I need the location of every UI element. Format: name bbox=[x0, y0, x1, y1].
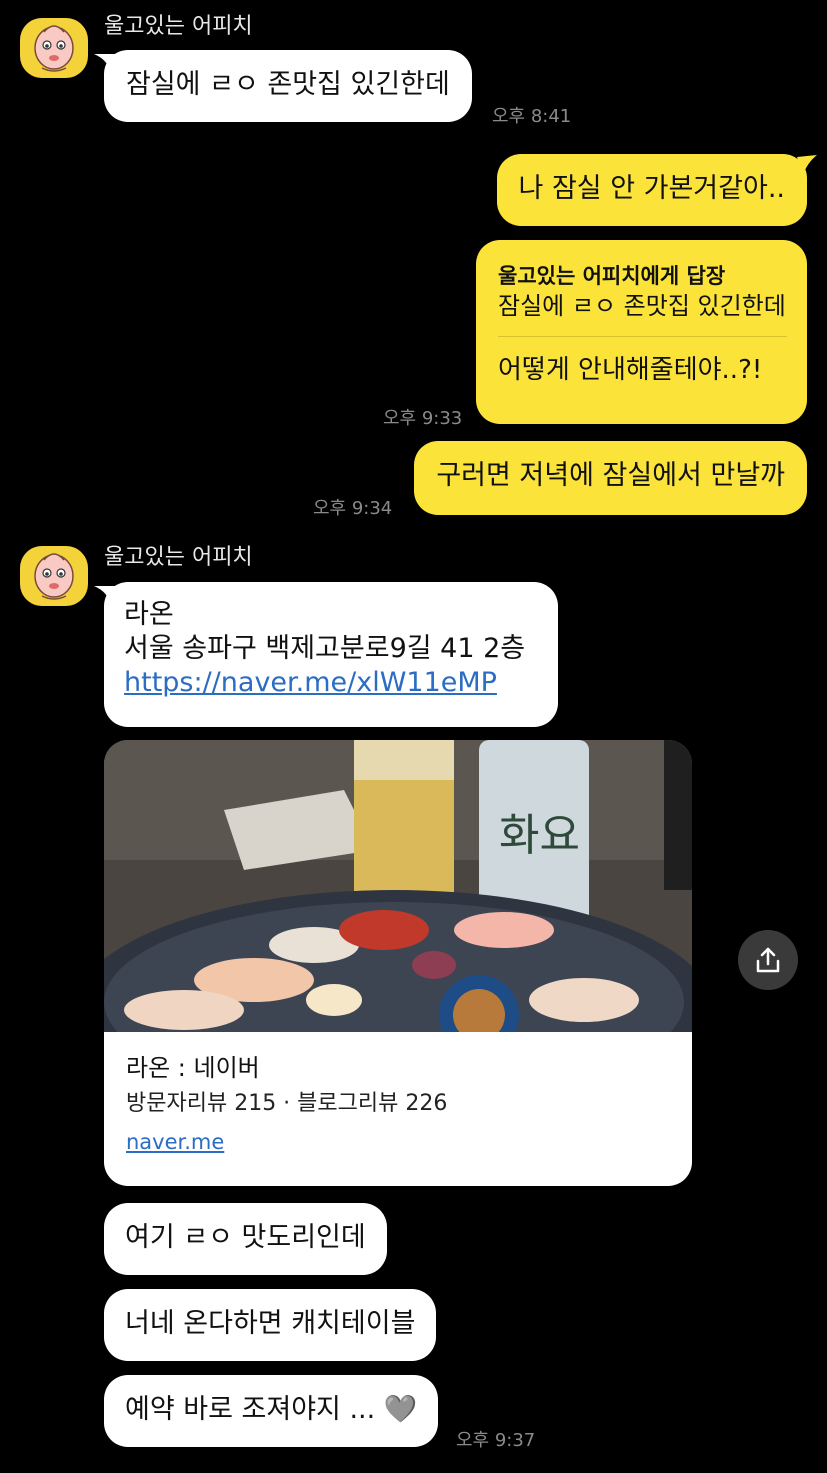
place-link[interactable]: https://naver.me/xlW11eMP bbox=[124, 667, 497, 698]
reply-bubble[interactable]: 울고있는 어피치에게 답장 잠실에 ㄹㅇ 존맛집 있긴한데 어떻게 안내해줄테야… bbox=[476, 240, 807, 424]
sender-avatar[interactable] bbox=[20, 18, 88, 78]
message-text: 어떻게 안내해줄테야..?! bbox=[498, 355, 763, 385]
sender-avatar[interactable] bbox=[20, 546, 88, 606]
message-time: 오후 9:37 bbox=[456, 1430, 536, 1451]
message-bubble-out[interactable]: 나 잠실 안 가본거같아.. bbox=[496, 154, 807, 226]
message-text: 잠실에 ㄹㅇ 존맛집 있긴한데 bbox=[126, 69, 450, 100]
reply-divider bbox=[498, 336, 787, 337]
card-description: 방문자리뷰 215 · 블로그리뷰 226 bbox=[126, 1091, 448, 1116]
grey-heart-icon: 🩶 bbox=[383, 1394, 418, 1425]
message-text: 예약 바로 조져야지 ... bbox=[125, 1394, 376, 1425]
message-time: 오후 8:41 bbox=[492, 106, 572, 127]
message-text: 나 잠실 안 가본거같아.. bbox=[518, 173, 785, 204]
card-domain-link[interactable]: naver.me bbox=[126, 1130, 224, 1154]
message-bubble-in[interactable]: 잠실에 ㄹㅇ 존맛집 있긴한데 bbox=[104, 50, 472, 122]
svg-text:화요: 화요 bbox=[499, 810, 580, 861]
sender-name: 울고있는 어피치 bbox=[104, 14, 253, 39]
sushi-photo: 화요 bbox=[104, 740, 692, 1032]
message-bubble-out[interactable]: 구러면 저녁에 잠실에서 만날까 bbox=[414, 441, 807, 515]
message-time: 오후 9:33 bbox=[383, 408, 463, 429]
message-time: 오후 9:34 bbox=[313, 498, 393, 519]
reply-quote[interactable]: 잠실에 ㄹㅇ 존맛집 있긴한데 bbox=[498, 290, 787, 322]
apeach-avatar-icon bbox=[34, 553, 74, 600]
message-text: 여기 ㄹㅇ 맛도리인데 bbox=[125, 1222, 366, 1253]
reply-header: 울고있는 어피치에게 답장 bbox=[498, 264, 726, 288]
place-name: 라온 bbox=[124, 599, 174, 630]
apeach-avatar-icon bbox=[34, 25, 74, 72]
card-title: 라온 : 네이버 bbox=[126, 1054, 260, 1082]
message-text: 구러면 저녁에 잠실에서 만날까 bbox=[436, 460, 785, 491]
share-button[interactable] bbox=[738, 930, 798, 990]
message-bubble-in[interactable]: 너네 온다하면 캐치테이블 bbox=[104, 1289, 437, 1361]
place-address: 서울 송파구 백제고분로9길 41 2층 bbox=[124, 633, 526, 664]
preview-image: 화요 bbox=[104, 740, 692, 1032]
place-bubble[interactable]: 라온 서울 송파구 백제고분로9길 41 2층 https://naver.me… bbox=[104, 582, 558, 727]
message-bubble-in[interactable]: 예약 바로 조져야지 ... 🩶 bbox=[104, 1375, 439, 1447]
sender-name: 울고있는 어피치 bbox=[104, 545, 253, 570]
bubble-tail bbox=[797, 155, 817, 175]
message-text: 너네 온다하면 캐치테이블 bbox=[125, 1308, 416, 1339]
link-preview-card[interactable]: 화요 라온 : 네이버 방문자리뷰 215 · 블로그리뷰 226 naver.… bbox=[104, 740, 692, 1186]
message-bubble-in[interactable]: 여기 ㄹㅇ 맛도리인데 bbox=[104, 1203, 387, 1275]
share-icon bbox=[756, 947, 780, 973]
